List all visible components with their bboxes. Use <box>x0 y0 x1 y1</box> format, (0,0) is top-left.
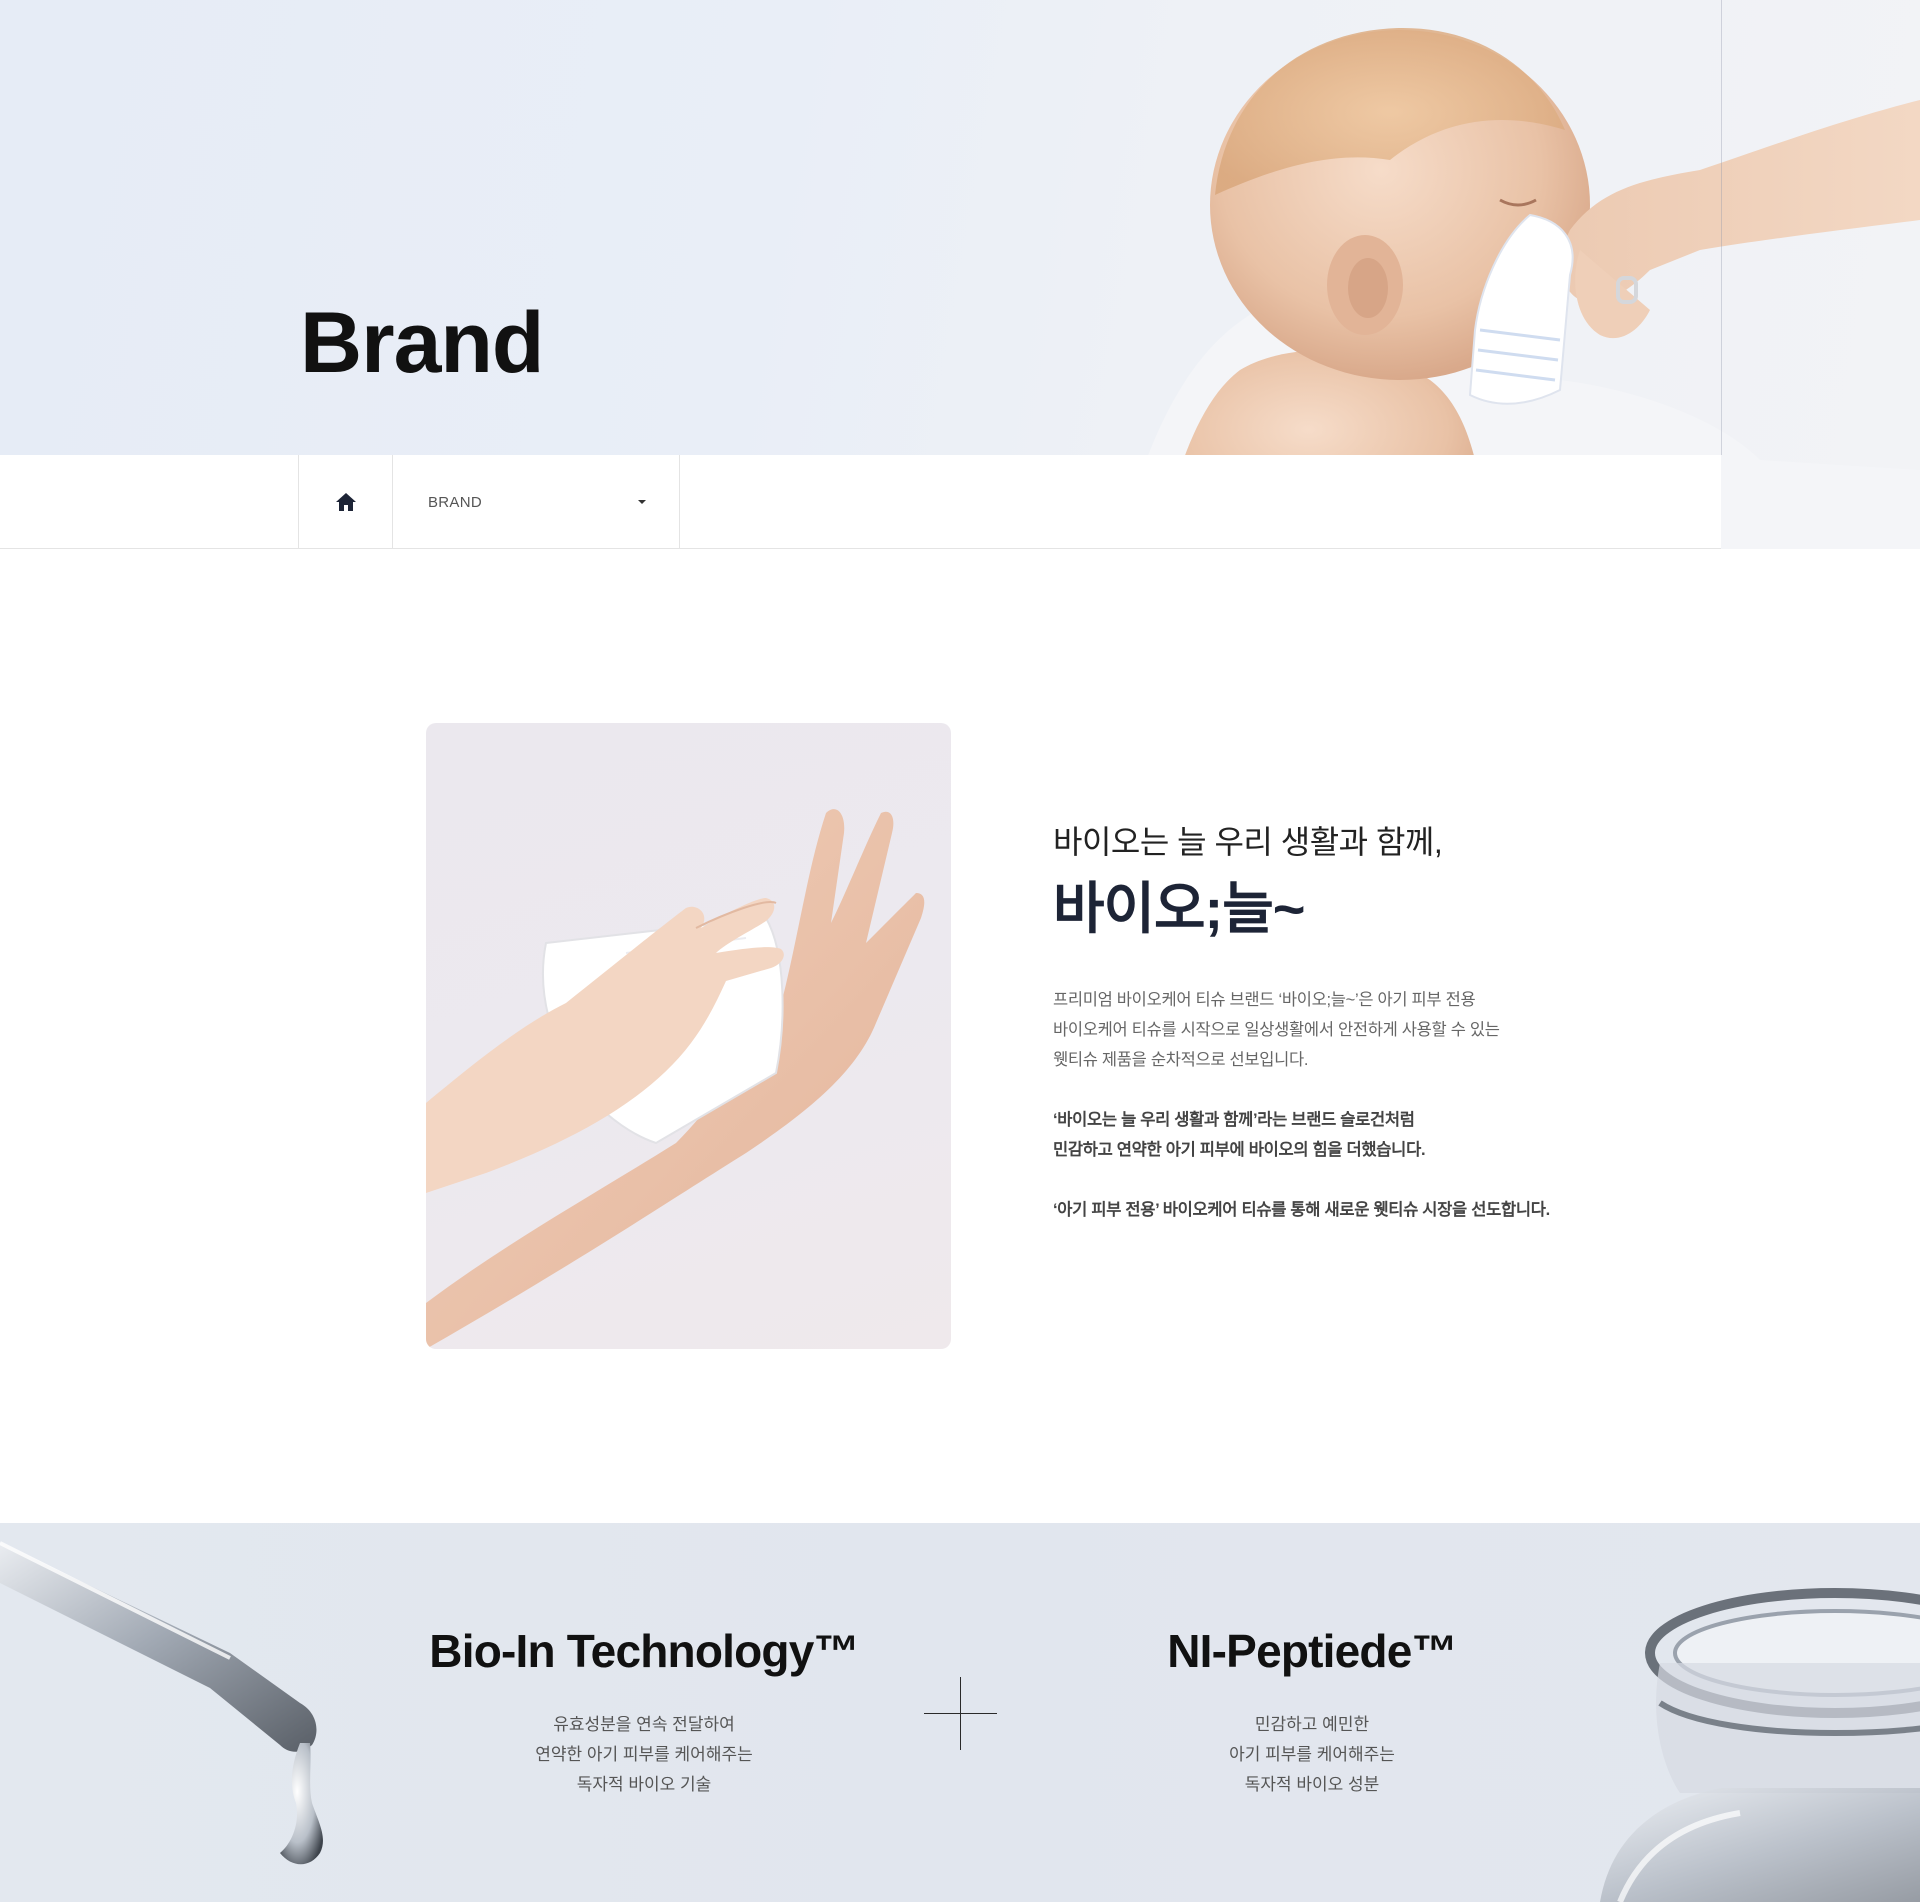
pipette-dropper-illustration <box>0 1541 323 1865</box>
glass-bottle-illustration <box>1600 1588 1920 1902</box>
hands-wipe-illustration <box>426 809 925 1349</box>
intro-text-block: 바이오는 늘 우리 생활과 함께, 바이오;늘~ 프리미엄 바이오케어 티슈 브… <box>1045 823 1653 1225</box>
tech-ni-peptide-desc-line: 독자적 바이오 성분 <box>1244 1775 1380 1794</box>
brand-name-text: 바이오;늘~ <box>1053 877 1305 941</box>
tech-bio-in-desc-line: 유효성분을 연속 전달하여 <box>553 1715 735 1734</box>
caret-down-icon <box>638 500 646 504</box>
tech-ni-peptide: NI-Peptiede™ 민감하고 예민한 아기 피부를 케어해주는 독자적 바… <box>1052 1628 1572 1800</box>
tech-bio-in: Bio-In Technology™ 유효성분을 연속 전달하여 연약한 아기 … <box>384 1628 904 1800</box>
home-icon <box>335 493 356 511</box>
intro-paragraph-2-line: ‘바이오는 늘 우리 생활과 함께’라는 브랜드 슬로건처럼 <box>1053 1111 1415 1130</box>
intro-hands-wipe-photo <box>426 723 951 1349</box>
intro-paragraph-2-line: 민감하고 연약한 아기 피부에 바이오의 힘을 더했습니다. <box>1053 1141 1426 1160</box>
breadcrumb-section-select[interactable]: BRAND <box>393 455 680 549</box>
intro-paragraph-1-line: 바이오케어 티슈를 시작으로 일상생활에서 안전하게 사용할 수 있는 <box>1053 1021 1500 1040</box>
intro-paragraph-1-line: 웻티슈 제품을 순차적으로 선보입니다. <box>1053 1051 1309 1070</box>
hero-divider-line <box>1721 0 1722 455</box>
breadcrumb: BRAND <box>0 455 1721 549</box>
tech-ni-peptide-desc-line: 민감하고 예민한 <box>1254 1715 1370 1734</box>
tech-ni-peptide-title: NI-Peptiede™ <box>1167 1625 1457 1677</box>
tech-bio-in-title: Bio-In Technology™ <box>429 1625 859 1677</box>
breadcrumb-home-button[interactable] <box>298 455 393 549</box>
tech-bio-in-desc-line: 독자적 바이오 기술 <box>576 1775 712 1794</box>
tech-bio-in-description: 유효성분을 연속 전달하여 연약한 아기 피부를 케어해주는 독자적 바이오 기… <box>384 1710 904 1800</box>
plus-divider-icon-horizontal <box>924 1713 997 1714</box>
intro-paragraph-3-line: ‘아기 피부 전용’ 바이오케어 티슈를 통해 새로운 웻티슈 시장을 선도합니… <box>1053 1201 1550 1220</box>
tech-bio-in-desc-line: 연약한 아기 피부를 케어해주는 <box>535 1745 753 1764</box>
intro-brand-name: 바이오;늘~ <box>1045 881 1305 952</box>
tech-ni-peptide-description: 민감하고 예민한 아기 피부를 케어해주는 독자적 바이오 성분 <box>1052 1710 1572 1800</box>
page-title: Brand <box>300 295 544 391</box>
intro-lead-text: 바이오는 늘 우리 생활과 함께, <box>1053 824 1443 860</box>
breadcrumb-current-label: BRAND <box>428 493 483 511</box>
intro-paragraph-1: 프리미엄 바이오케어 티슈 브랜드 ‘바이오;늘~’은 아기 피부 전용 바이오… <box>1053 985 1653 1075</box>
intro-paragraph-3: ‘아기 피부 전용’ 바이오케어 티슈를 통해 새로운 웻티슈 시장을 선도합니… <box>1053 1195 1653 1225</box>
intro-paragraph-1-line: 프리미엄 바이오케어 티슈 브랜드 ‘바이오;늘~’은 아기 피부 전용 <box>1053 991 1476 1010</box>
tech-ni-peptide-desc-line: 아기 피부를 케어해주는 <box>1229 1745 1395 1764</box>
intro-paragraph-2: ‘바이오는 늘 우리 생활과 함께’라는 브랜드 슬로건처럼 민감하고 연약한 … <box>1053 1105 1653 1165</box>
